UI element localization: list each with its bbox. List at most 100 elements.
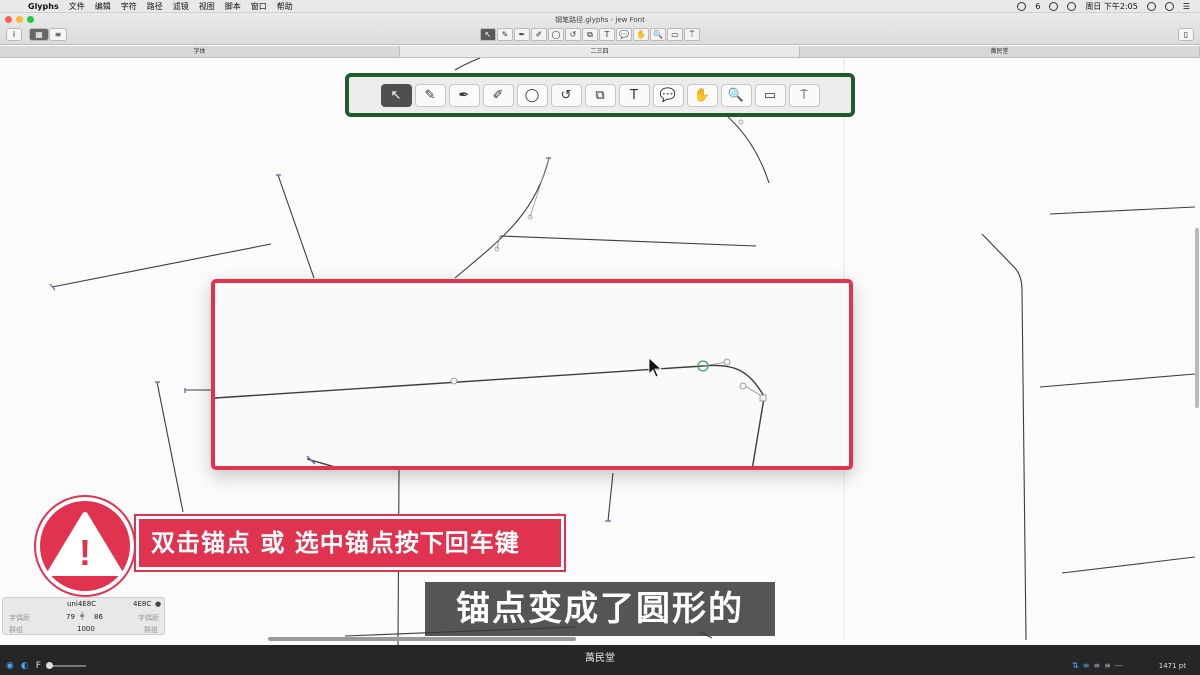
clock[interactable]: 周日 下午2:05 — [1085, 0, 1138, 13]
preview-size-slider[interactable] — [45, 662, 86, 669]
menu-file[interactable]: 文件 — [69, 0, 85, 13]
list-view-icon[interactable]: ≡ — [49, 28, 67, 41]
mini-hand-tool[interactable]: ✋ — [633, 28, 649, 41]
mac-menubar: Glyphs 文件 编辑 字符 路径 滤镜 视图 脚本 窗口 帮助 6 周日 下… — [0, 0, 1200, 13]
align-right-icon[interactable]: ≡ — [1104, 661, 1111, 670]
mini-annotation-tool[interactable]: 💬 — [616, 28, 632, 41]
control-center-icon[interactable]: ☰ — [1183, 0, 1190, 13]
rsb-kerning-label: 字偶距 — [138, 614, 159, 622]
mini-pencil-tool[interactable]: ✐ — [531, 28, 547, 41]
zoom-tool-icon[interactable]: 🔍 — [720, 83, 752, 107]
tab-third[interactable]: 萬民堂 — [800, 46, 1200, 57]
zoomed-path — [215, 357, 767, 466]
slider-knob[interactable] — [45, 662, 53, 669]
zoom-out-icon[interactable]: — — [1115, 661, 1123, 670]
glyphs-app-screen: Glyphs 文件 编辑 字符 路径 滤镜 视图 脚本 窗口 帮助 6 周日 下… — [0, 0, 1200, 675]
tab-font[interactable]: 字体 — [0, 46, 400, 57]
horizontal-scrollbar[interactable] — [268, 637, 576, 641]
path-segment — [277, 174, 315, 279]
info-button[interactable]: i — [6, 28, 22, 41]
menu-help[interactable]: 帮助 — [277, 0, 293, 13]
width-value[interactable]: 1000 — [77, 625, 95, 633]
mini-select-tool[interactable]: ↖ — [480, 28, 496, 41]
lsb-value[interactable]: 79 — [66, 613, 75, 621]
mini-zoom-tool[interactable]: 🔍 — [650, 28, 666, 41]
window-title: 钢笔路径.glyphs - jew Font — [555, 16, 645, 24]
mini-pen-tool[interactable]: ✒ — [514, 28, 530, 41]
mini-edit-tool[interactable]: ✎ — [497, 28, 513, 41]
menu-view[interactable]: 视图 — [199, 0, 215, 13]
path-segment — [607, 472, 614, 522]
app-menu[interactable]: Glyphs — [28, 0, 59, 13]
handle-line — [529, 157, 550, 218]
glyph-name[interactable]: uni4E8C — [67, 600, 96, 608]
warning-badge: ! — [36, 497, 134, 595]
sidebar-toggle-icon[interactable]: ▯ — [1178, 28, 1194, 41]
align-left-icon[interactable]: ≡ — [1083, 661, 1090, 670]
measure-tool-icon[interactable]: ▭ — [754, 83, 786, 107]
menu-filter[interactable]: 滤镜 — [173, 0, 189, 13]
menu-path[interactable]: 路径 — [147, 0, 163, 13]
pen-tool-icon[interactable]: ✒ — [448, 83, 480, 107]
mini-text-tool[interactable]: T — [599, 28, 615, 41]
annotation-tool-icon[interactable]: 💬 — [652, 83, 684, 107]
menu-window[interactable]: 窗口 — [251, 0, 267, 13]
mini-rotate-tool[interactable]: ↺ — [565, 28, 581, 41]
rsb-value[interactable]: 86 — [94, 613, 103, 621]
select-tool-icon[interactable]: ↖ — [380, 83, 412, 107]
tab-edit-view[interactable]: 二三四 — [400, 46, 800, 57]
edit-tool-icon[interactable]: ✎ — [414, 83, 446, 107]
pencil-tool-icon[interactable]: ✐ — [482, 83, 514, 107]
zoom-detail-box — [211, 279, 853, 470]
align-center-icon[interactable]: ≡ — [1093, 661, 1100, 670]
path-curve — [981, 233, 1027, 641]
text-tool-icon[interactable]: T — [618, 83, 650, 107]
unicode-menu-icon[interactable]: ● — [155, 600, 161, 608]
flip-icon[interactable]: ⇅ — [1072, 661, 1079, 670]
vertical-scrollbar[interactable] — [1195, 228, 1199, 408]
zoom-handle-point — [723, 358, 731, 366]
preview-text: 萬民堂 — [585, 653, 615, 664]
mouse-cursor-icon — [648, 357, 663, 378]
mini-shape-tool[interactable]: ◯ — [548, 28, 564, 41]
eye-icon[interactable]: ◉ — [6, 661, 14, 671]
status-icon[interactable] — [1017, 2, 1027, 11]
menu-script[interactable]: 脚本 — [225, 0, 241, 13]
mini-measure-tool[interactable]: ▭ — [667, 28, 683, 41]
grid-view-icon[interactable]: ▦ — [29, 28, 49, 41]
glyph-info-panel: uni4E8C 4E8C ● 字偶距 79 ╪ 86 字偶距 群组 1000 群… — [2, 597, 165, 635]
handle-point — [738, 119, 744, 125]
preview-controls: ◉ ◐ F — [6, 661, 86, 671]
menu-glyph[interactable]: 字符 — [121, 0, 137, 13]
siri-icon[interactable] — [1164, 2, 1174, 11]
mini-scale-tool[interactable]: ⧉ — [582, 28, 598, 41]
color-wheel-icon[interactable]: ◐ — [21, 661, 29, 671]
app-menus: Glyphs 文件 编辑 字符 路径 滤镜 视图 脚本 窗口 帮助 — [28, 0, 293, 13]
warning-text: 双击锚点 或 选中锚点按下回车键 — [134, 514, 566, 572]
mini-type-tool[interactable]: ⍑ — [684, 28, 700, 41]
preview-bar: 萬民堂 ◉ ◐ F ⇅ ≡ ≡ ≡ — 1471 pt — [0, 645, 1200, 675]
wifi-icon[interactable] — [1049, 2, 1059, 11]
notification-count[interactable]: 6 — [1035, 0, 1040, 13]
rotate-tool-icon[interactable]: ↺ — [550, 83, 582, 107]
mini-toolbar: ↖ ✎ ✒ ✐ ◯ ↺ ⧉ T 💬 ✋ 🔍 ▭ ⍑ — [480, 28, 700, 41]
warning-triangle-icon: ! — [47, 512, 123, 576]
path-segment — [1049, 206, 1196, 215]
path-curve — [454, 157, 550, 279]
hand-tool-icon[interactable]: ✋ — [686, 83, 718, 107]
volume-icon[interactable] — [1067, 2, 1077, 11]
scale-tool-icon[interactable]: ⧉ — [584, 83, 616, 107]
path-segment — [1061, 556, 1196, 574]
glyph-unicode[interactable]: 4E8C — [133, 600, 151, 608]
search-icon[interactable] — [1146, 2, 1156, 11]
tab-strip: 字体 二三四 萬民堂 — [0, 46, 1200, 58]
menu-edit[interactable]: 编辑 — [95, 0, 111, 13]
zoom-level[interactable]: 1471 pt — [1159, 662, 1186, 670]
font-menu-icon[interactable]: F — [36, 661, 41, 671]
zoom-path-segment — [215, 365, 704, 399]
shape-tool-icon[interactable]: ◯ — [516, 83, 548, 107]
metrics-link-icon[interactable]: ╪ — [80, 612, 84, 620]
group-label-left: 群组 — [9, 626, 23, 634]
type-tool-icon[interactable]: ⍑ — [788, 83, 820, 107]
lsb-kerning-label: 字偶距 — [9, 614, 30, 622]
